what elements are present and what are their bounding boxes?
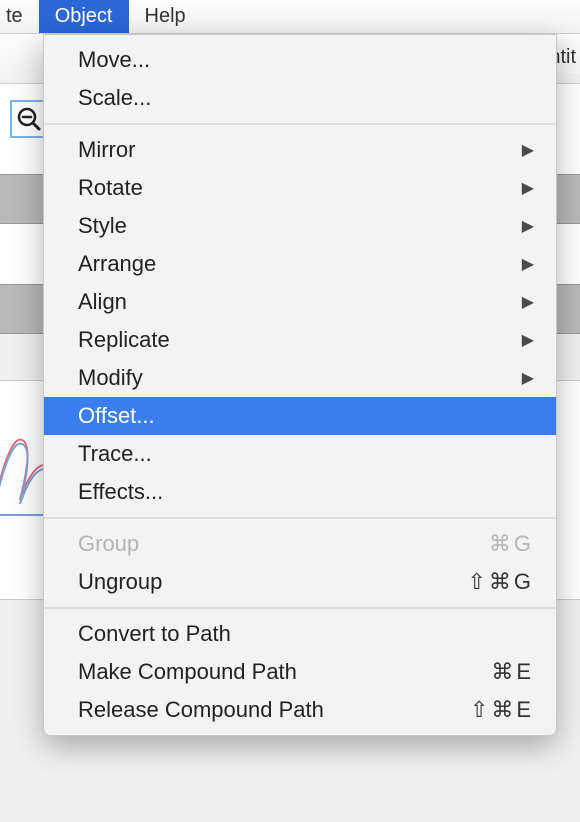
menubar-item-prev[interactable]: te: [0, 0, 39, 33]
menu-label-mirror: Mirror: [78, 137, 522, 163]
menu-item-effects[interactable]: Effects...: [44, 473, 556, 511]
menu-shortcut-release-compound: ⇧⌘E: [470, 697, 534, 723]
menu-item-modify[interactable]: Modify ▶: [44, 359, 556, 397]
menubar-item-help[interactable]: Help: [129, 0, 202, 33]
menu-label-group: Group: [78, 531, 489, 557]
menu-label-scale: Scale...: [78, 85, 534, 111]
submenu-arrow-icon: ▶: [522, 292, 534, 312]
menu-label-style: Style: [78, 213, 522, 239]
menu-item-offset[interactable]: Offset...: [44, 397, 556, 435]
menubar-label-object: Object: [55, 5, 113, 28]
menu-shortcut-ungroup: ⇧⌘G: [467, 569, 534, 595]
zoom-out-icon: [16, 106, 42, 132]
menu-item-convert-to-path[interactable]: Convert to Path: [44, 615, 556, 653]
menu-item-scale[interactable]: Scale...: [44, 79, 556, 117]
menu-item-style[interactable]: Style ▶: [44, 207, 556, 245]
menubar-label-prev: te: [6, 5, 23, 28]
menu-item-rotate[interactable]: Rotate ▶: [44, 169, 556, 207]
menu-item-move[interactable]: Move...: [44, 41, 556, 79]
submenu-arrow-icon: ▶: [522, 330, 534, 350]
menubar: te Object Help: [0, 0, 580, 34]
menu-shortcut-make-compound: ⌘E: [491, 659, 534, 685]
menu-item-mirror[interactable]: Mirror ▶: [44, 131, 556, 169]
menu-label-rotate: Rotate: [78, 175, 522, 201]
submenu-arrow-icon: ▶: [522, 178, 534, 198]
menu-label-make-compound: Make Compound Path: [78, 659, 491, 685]
menu-item-replicate[interactable]: Replicate ▶: [44, 321, 556, 359]
menu-item-make-compound-path[interactable]: Make Compound Path ⌘E: [44, 653, 556, 691]
menu-label-offset: Offset...: [78, 403, 534, 429]
submenu-arrow-icon: ▶: [522, 254, 534, 274]
menu-label-effects: Effects...: [78, 479, 534, 505]
menu-label-align: Align: [78, 289, 522, 315]
menu-label-arrange: Arrange: [78, 251, 522, 277]
submenu-arrow-icon: ▶: [522, 216, 534, 236]
menu-label-modify: Modify: [78, 365, 522, 391]
menu-label-convert: Convert to Path: [78, 621, 534, 647]
menu-label-move: Move...: [78, 47, 534, 73]
object-menu-dropdown: Move... Scale... Mirror ▶ Rotate ▶ Style…: [43, 34, 557, 736]
menubar-item-object[interactable]: Object: [39, 0, 129, 33]
menu-item-group: Group ⌘G: [44, 525, 556, 563]
menu-item-ungroup[interactable]: Ungroup ⇧⌘G: [44, 563, 556, 601]
menu-shortcut-group: ⌘G: [489, 531, 534, 557]
menu-item-trace[interactable]: Trace...: [44, 435, 556, 473]
menu-separator: [44, 517, 556, 519]
menubar-label-help: Help: [145, 5, 186, 28]
submenu-arrow-icon: ▶: [522, 140, 534, 160]
menu-item-arrange[interactable]: Arrange ▶: [44, 245, 556, 283]
menu-separator: [44, 607, 556, 609]
menu-label-ungroup: Ungroup: [78, 569, 467, 595]
menu-label-trace: Trace...: [78, 441, 534, 467]
menu-separator: [44, 123, 556, 125]
menu-label-release-compound: Release Compound Path: [78, 697, 470, 723]
menu-item-align[interactable]: Align ▶: [44, 283, 556, 321]
submenu-arrow-icon: ▶: [522, 368, 534, 388]
menu-label-replicate: Replicate: [78, 327, 522, 353]
menu-item-release-compound-path[interactable]: Release Compound Path ⇧⌘E: [44, 691, 556, 729]
